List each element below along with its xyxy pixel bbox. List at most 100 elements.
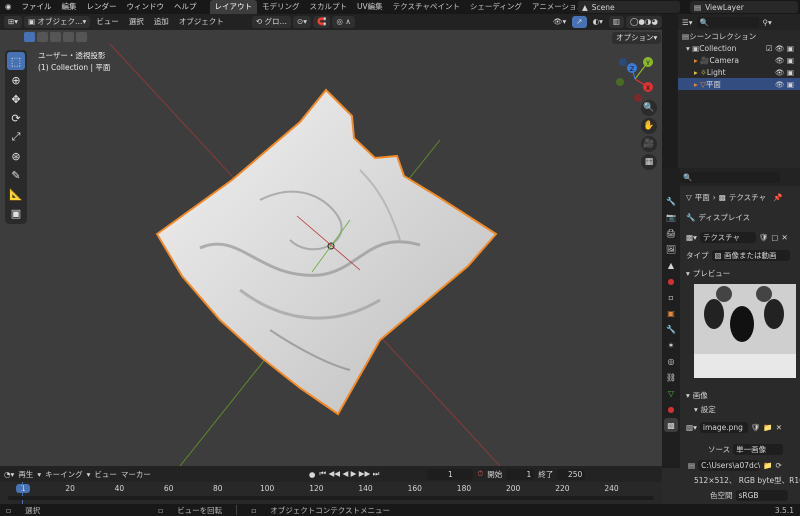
- colorspace-dropdown[interactable]: sRGB: [735, 490, 788, 501]
- reload-icon[interactable]: ⟳: [775, 461, 781, 470]
- menu-timeline-view[interactable]: ビュー: [94, 469, 117, 480]
- timeline-scrollbar[interactable]: [8, 496, 654, 500]
- collection-visibility-icons[interactable]: ☑ 👁 ▣: [766, 44, 794, 53]
- tab-texture-paint[interactable]: テクスチャペイント: [388, 0, 465, 14]
- render-tab-icon[interactable]: 📷: [664, 210, 678, 224]
- transform-orientation-dropdown[interactable]: ⟲ グロ…: [251, 16, 291, 28]
- filter-icon[interactable]: ⚲▾: [763, 18, 772, 27]
- measure-tool-icon[interactable]: 📐: [7, 185, 25, 203]
- view-layer-selector[interactable]: ▤ ViewLayer: [690, 1, 798, 13]
- playback-controls[interactable]: ⏮ ◀◀ ◀ ▶ ▶▶ ⏭: [319, 469, 379, 479]
- tab-uv[interactable]: UV編集: [352, 0, 388, 14]
- select-subtract-icon[interactable]: [50, 32, 61, 42]
- output-tab-icon[interactable]: 🖨: [664, 226, 678, 240]
- xray-toggle[interactable]: ▥: [608, 16, 624, 28]
- start-frame-field[interactable]: 1: [506, 468, 535, 480]
- end-frame-field[interactable]: 250: [557, 468, 586, 480]
- duplicate-icon[interactable]: ▢: [771, 233, 778, 242]
- proportional-edit-toggle[interactable]: ◎ ∧: [332, 16, 355, 28]
- visibility-icon[interactable]: 👁▾: [549, 16, 570, 28]
- cursor-tool-icon[interactable]: ⊕: [7, 71, 25, 89]
- filepath-input[interactable]: C:\Users\a07dc\D…: [698, 460, 761, 471]
- select-extend-icon[interactable]: [37, 32, 48, 42]
- annotate-tool-icon[interactable]: ✎: [7, 166, 25, 184]
- menu-file[interactable]: ファイル: [17, 0, 57, 14]
- snap-toggle[interactable]: 🧲: [313, 16, 331, 28]
- menu-playback[interactable]: 再生: [18, 469, 33, 480]
- rotate-tool-icon[interactable]: ⟳: [7, 109, 25, 127]
- menu-edit[interactable]: 編集: [57, 0, 82, 14]
- texture-browse-icon[interactable]: ▩▾: [686, 233, 697, 242]
- scene-selector[interactable]: ▲ Scene: [578, 1, 680, 13]
- object-tab-icon[interactable]: ▣: [664, 306, 678, 320]
- scene-tab-icon[interactable]: ▲: [664, 258, 678, 272]
- view-layer-tab-icon[interactable]: 🖼: [664, 242, 678, 256]
- menu-select[interactable]: 選択: [125, 16, 148, 28]
- texture-tab-icon[interactable]: ▩: [664, 418, 678, 432]
- outliner-scene-collection[interactable]: ▤ シーンコレクション: [678, 30, 800, 42]
- outliner-editor-icon[interactable]: ☰▾: [682, 18, 693, 27]
- outliner-search-input[interactable]: 🔍: [696, 16, 759, 28]
- overlay-icon[interactable]: ◐▾: [589, 16, 607, 28]
- pin-icon[interactable]: 📌: [773, 193, 782, 202]
- shading-modes[interactable]: ◯●◑◕: [625, 16, 662, 28]
- source-dropdown[interactable]: 単一画像: [733, 444, 784, 455]
- outliner-collection[interactable]: ▾ ▣ Collection ☑ 👁 ▣: [678, 42, 800, 54]
- preview-range-clock-icon[interactable]: ⏱: [477, 469, 483, 479]
- menu-help[interactable]: ヘルプ: [169, 0, 202, 14]
- blender-logo-icon[interactable]: ◉: [0, 0, 17, 14]
- tab-modeling[interactable]: モデリング: [257, 0, 305, 14]
- world-tab-icon[interactable]: ●: [664, 274, 678, 288]
- physics-tab-icon[interactable]: ◎: [664, 354, 678, 368]
- move-tool-icon[interactable]: ✥: [7, 90, 25, 108]
- select-invert-icon[interactable]: [63, 32, 74, 42]
- add-cube-tool-icon[interactable]: ▣: [7, 204, 25, 222]
- pan-hand-icon[interactable]: ✋: [641, 118, 657, 134]
- light-visibility-icon[interactable]: 👁 ▣: [775, 68, 794, 77]
- browse-folder-icon[interactable]: 📁: [763, 461, 772, 470]
- constraints-tab-icon[interactable]: ⛓: [664, 370, 678, 384]
- zoom-icon[interactable]: 🔍: [641, 100, 657, 116]
- image-browse-icon[interactable]: ▧▾: [686, 423, 697, 432]
- modifier-tab-icon[interactable]: 🔧: [664, 322, 678, 336]
- tab-shading[interactable]: シェーディング: [465, 0, 527, 14]
- transform-tool-icon[interactable]: ⊛: [7, 147, 25, 165]
- menu-render[interactable]: レンダー: [82, 0, 122, 14]
- texture-name-field[interactable]: テクスチャ: [699, 232, 756, 243]
- select-box-tool-icon[interactable]: ⬚: [7, 52, 25, 70]
- mode-dropdown[interactable]: ▣ オブジェク…▾: [24, 16, 91, 28]
- image-fake-user-icon[interactable]: 🛡: [751, 423, 761, 432]
- menu-marker[interactable]: マーカー: [121, 469, 151, 480]
- navigation-gizmo[interactable]: Y Z X: [610, 54, 660, 104]
- camera-view-icon[interactable]: 🎥: [641, 136, 657, 152]
- image-name-field[interactable]: image.png: [699, 422, 748, 433]
- tab-sculpt[interactable]: スカルプト: [305, 0, 353, 14]
- tool-tab-icon[interactable]: 🔧: [664, 194, 678, 208]
- current-frame-field[interactable]: 1: [427, 468, 474, 480]
- fake-user-icon[interactable]: 🛡: [759, 233, 769, 242]
- select-intersect-icon[interactable]: [76, 32, 87, 42]
- collection-expand-icon[interactable]: ▾ ▣: [686, 44, 699, 53]
- menu-window[interactable]: ウィンドウ: [122, 0, 170, 14]
- menu-keying[interactable]: キーイング: [45, 469, 83, 480]
- menu-object[interactable]: オブジェクト: [175, 16, 228, 28]
- image-unlink-icon[interactable]: ✕: [776, 423, 782, 432]
- data-tab-icon[interactable]: ▽: [664, 386, 678, 400]
- gizmo-toggle-icon[interactable]: ↗: [572, 16, 587, 28]
- camera-visibility-icon[interactable]: 👁 ▣: [775, 56, 794, 65]
- preview-panel-header[interactable]: ▾ プレビュー: [686, 268, 730, 279]
- type-dropdown[interactable]: ▧ 画像または動画: [711, 250, 790, 261]
- collection-tab-icon[interactable]: ▫: [664, 290, 678, 304]
- pivot-dropdown[interactable]: ⊙▾: [292, 16, 312, 28]
- timeline-editor-icon[interactable]: ◔▾: [4, 470, 14, 479]
- select-new-icon[interactable]: [24, 32, 35, 42]
- outliner-item-camera[interactable]: ▸ 🎥 Camera 👁 ▣: [678, 54, 800, 66]
- editor-type-button[interactable]: ⊞▾: [4, 16, 23, 28]
- timeline-area[interactable]: 1 20 40 60 80 100 120 140 160 180 200 220 240: [0, 482, 662, 504]
- outliner-item-light[interactable]: ▸ ☼ Light 👁 ▣: [678, 66, 800, 78]
- tab-layout[interactable]: レイアウト: [209, 0, 258, 14]
- menu-view[interactable]: ビュー: [92, 16, 123, 28]
- menu-add[interactable]: 追加: [150, 16, 173, 28]
- plane-visibility-icon[interactable]: 👁 ▣: [775, 80, 794, 89]
- perspective-grid-icon[interactable]: ▦: [641, 154, 657, 170]
